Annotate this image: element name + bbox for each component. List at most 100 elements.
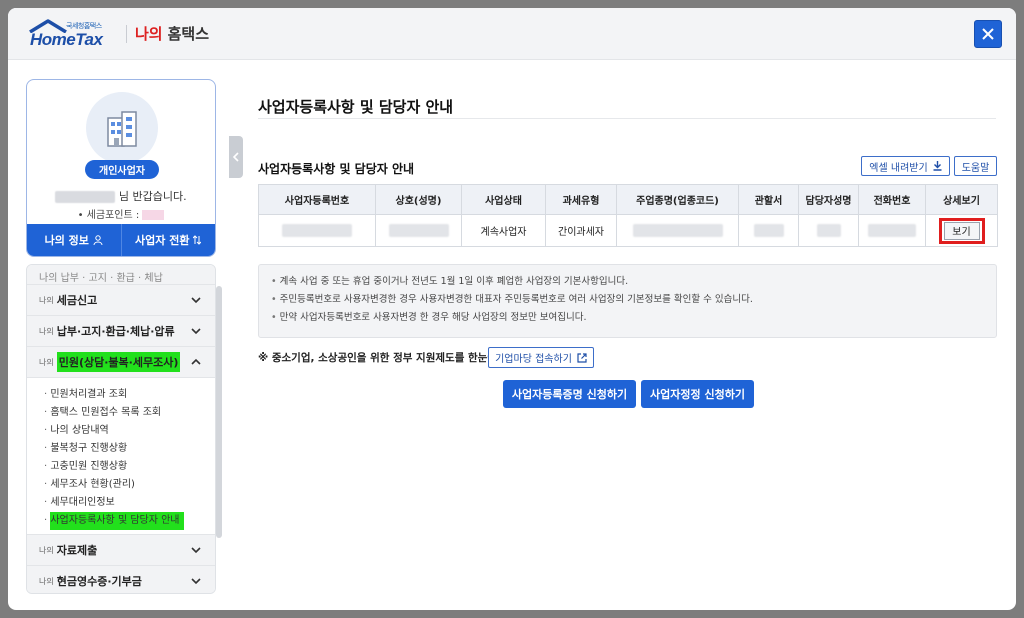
tax-points-label: • 세금포인트 : <box>77 210 140 221</box>
column-header: 관할서 <box>738 184 799 215</box>
menu-prefix: 나의 <box>39 326 54 336</box>
switch-business-label: 사업자 전환 <box>135 234 190 247</box>
submenu-item-petition-list[interactable]: 홈택스 민원접수 목록 조회 <box>44 404 215 422</box>
column-header: 담당자성명 <box>798 184 859 215</box>
redacted-value <box>282 224 352 237</box>
view-details-button[interactable]: 보기 <box>943 221 980 240</box>
menu-prefix: 나의 <box>39 295 54 305</box>
support-info-text: ※ 중소기업, 소상공인을 위한 정부 지원제도를 한눈에! <box>258 352 502 364</box>
submenu-item-appeal-status[interactable]: 불복청구 진행상황 <box>44 440 215 458</box>
sidebar-item-cut-off[interactable]: 나의 납부 · 고지 · 환급 · 체납 <box>27 265 215 285</box>
apply-correction-button[interactable]: 사업자정정 신청하기 <box>641 380 754 408</box>
my-info-label: 나의 정보 <box>44 234 89 247</box>
chevron-down-icon <box>191 297 201 304</box>
sidebar-item-tax-filing[interactable]: 나의 세금신고 <box>27 285 215 316</box>
column-header: 주업종명(업종코드) <box>616 184 739 215</box>
hometax-logo[interactable]: 국세청홈택스 HomeTax <box>26 18 118 49</box>
external-link-icon <box>577 352 587 363</box>
notice-box: 계속 사업 중 또는 휴업 중이거나 전년도 1월 1일 이후 폐업한 사업장의… <box>258 264 997 338</box>
redacted-value <box>632 224 723 237</box>
user-name-redacted <box>55 191 116 203</box>
tax-points: • 세금포인트 : <box>27 206 215 221</box>
sidebar-scrollbar[interactable] <box>216 286 222 538</box>
cell-business-status: 계속사업자 <box>461 214 546 247</box>
chevron-down-icon <box>191 547 201 554</box>
close-icon <box>982 28 994 40</box>
my-hometax-title: 나의 홈택스 <box>135 23 209 44</box>
my-info-button[interactable]: 나의 정보 <box>27 224 122 256</box>
submenu-item-tax-agent[interactable]: 세무대리인정보 <box>44 494 215 512</box>
column-header: 사업자등록번호 <box>258 184 376 215</box>
help-button[interactable]: 도움말 <box>954 156 997 176</box>
page-title: 사업자등록사항 및 담당자 안내 <box>258 98 454 116</box>
person-icon <box>93 235 103 245</box>
tax-points-redacted <box>142 210 165 220</box>
sidebar-item-payment[interactable]: 나의 납부·고지·환급·체납·압류 <box>27 316 215 347</box>
bizinfo-link-button[interactable]: 기업마당 접속하기 <box>488 347 594 368</box>
chevron-left-icon <box>232 152 239 162</box>
sidebar-collapse-toggle[interactable] <box>229 136 243 178</box>
modal-header: 국세청홈택스 HomeTax 나의 홈택스 <box>8 8 1016 60</box>
column-header: 상세보기 <box>925 184 998 215</box>
table-row: 계속사업자 간이과세자 보기 <box>258 214 998 247</box>
greeting: 님 반갑습니다. <box>27 188 215 204</box>
excel-download-button[interactable]: 엑셀 내려받기 <box>861 156 950 176</box>
sidebar-item-cash-receipt[interactable]: 나의 현금영수증·기부금 <box>27 566 215 593</box>
chevron-up-icon <box>191 358 201 365</box>
sidebar-item-label: 납부·고지·환급·체납·압류 <box>56 325 175 338</box>
column-header: 사업상태 <box>461 184 546 215</box>
switch-business-button[interactable]: 사업자 전환 <box>122 224 216 256</box>
greeting-text: 님 반갑습니다. <box>118 190 187 203</box>
menu-prefix: 나의 <box>39 357 54 367</box>
sidebar-item-label: 민원(상담·불복·세무조사) <box>56 352 181 372</box>
business-type-badge: 개인사업자 <box>85 160 159 179</box>
cell-tax-office <box>738 214 799 247</box>
modal-window: 국세청홈택스 HomeTax 나의 홈택스 개인사업자 님 반갑습니다. • 세… <box>8 8 1016 610</box>
notice-line: 만약 사업자등록번호로 사용자변경 한 경우 해당 사업장의 정보만 보여집니다… <box>271 309 984 327</box>
sidebar-item-label: 자료제출 <box>56 544 98 557</box>
chevron-down-icon <box>191 578 201 585</box>
column-header: 전화번호 <box>858 184 926 215</box>
cell-tax-type: 간이과세자 <box>545 214 617 247</box>
table-header-row: 사업자등록번호 상호(성명) 사업상태 과세유형 주업종명(업종코드) 관할서 … <box>258 184 998 215</box>
bizinfo-link-label: 기업마당 접속하기 <box>495 354 572 365</box>
cell-registration-number <box>258 214 376 247</box>
cell-details: 보기 <box>925 214 998 247</box>
redacted-value <box>868 224 916 237</box>
sidebar-menu: 나의 납부 · 고지 · 환급 · 체납 나의 세금신고 나의 납부·고지·환급… <box>26 264 216 594</box>
submenu-civil-petition: 민원처리결과 조회 홈택스 민원접수 목록 조회 나의 상담내역 불복청구 진행… <box>27 378 215 535</box>
submenu-item-petition-result[interactable]: 민원처리결과 조회 <box>44 386 215 404</box>
notice-line: 계속 사업 중 또는 휴업 중이거나 전년도 1월 1일 이후 폐업한 사업장의… <box>271 273 984 291</box>
sidebar-item-label: 세금신고 <box>56 294 98 307</box>
close-button[interactable] <box>974 20 1002 48</box>
sidebar-item-data-submission[interactable]: 나의 자료제출 <box>27 535 215 566</box>
submenu-item-business-registration[interactable]: 사업자등록사항 및 담당자 안내 <box>44 512 215 530</box>
download-icon <box>933 161 942 171</box>
logo-wordmark: HomeTax <box>30 29 103 49</box>
sidebar-item-civil-petition[interactable]: 나의 민원(상담·불복·세무조사) <box>27 347 215 378</box>
submenu-item-tax-audit[interactable]: 세무조사 현황(관리) <box>44 476 215 494</box>
profile-card: 개인사업자 님 반갑습니다. • 세금포인트 : 나의 정보 사업자 전환 <box>26 79 216 257</box>
highlight-outline: 보기 <box>938 217 985 244</box>
excel-download-label: 엑셀 내려받기 <box>869 162 928 174</box>
avatar <box>86 92 158 164</box>
menu-prefix: 나의 <box>39 545 54 555</box>
submenu-item-consultation-history[interactable]: 나의 상담내역 <box>44 422 215 440</box>
redacted-value <box>816 224 841 237</box>
chevron-down-icon <box>191 328 201 335</box>
submenu-item-label: 사업자등록사항 및 담당자 안내 <box>50 512 184 530</box>
column-header: 상호(성명) <box>375 184 462 215</box>
submenu-item-grievance-status[interactable]: 고충민원 진행상황 <box>44 458 215 476</box>
redacted-value <box>753 224 784 237</box>
redacted-value <box>388 224 449 237</box>
profile-actions: 나의 정보 사업자 전환 <box>27 224 215 256</box>
title-divider <box>258 118 996 119</box>
registration-table: 사업자등록번호 상호(성명) 사업상태 과세유형 주업종명(업종코드) 관할서 … <box>258 184 998 247</box>
logo-divider <box>126 24 127 43</box>
cell-phone <box>858 214 926 247</box>
my-prefix: 나의 <box>135 25 163 43</box>
apply-registration-certificate-button[interactable]: 사업자등록증명 신청하기 <box>503 380 636 408</box>
my-title: 홈택스 <box>167 25 210 43</box>
column-header: 과세유형 <box>545 184 617 215</box>
cell-officer-name <box>798 214 859 247</box>
